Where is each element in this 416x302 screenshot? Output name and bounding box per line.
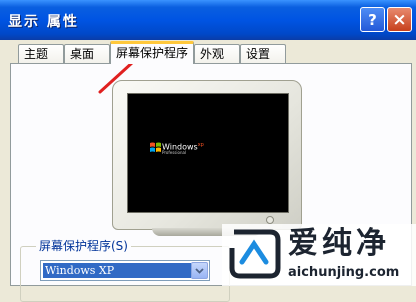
monitor-screen: Windowsxp Professional bbox=[127, 93, 289, 213]
help-icon: ? bbox=[368, 10, 377, 29]
windows-logo: Windowsxp Professional bbox=[150, 140, 204, 162]
watermark-url: aichunjing.com bbox=[288, 265, 400, 280]
dialog-edge bbox=[0, 40, 10, 286]
title-bar: 显示 属性 ? × bbox=[0, 0, 416, 40]
tab-appearance[interactable]: 外观 bbox=[194, 44, 240, 63]
tab-settings[interactable]: 设置 bbox=[240, 44, 286, 63]
tab-screensaver[interactable]: 屏幕保护程序 bbox=[110, 41, 194, 64]
aichunjing-logo-icon bbox=[229, 229, 281, 279]
dropdown-arrow-icon bbox=[195, 268, 204, 274]
monitor-preview: Windowsxp Professional bbox=[112, 80, 302, 236]
dropdown-button[interactable] bbox=[191, 262, 208, 279]
close-icon: × bbox=[392, 9, 407, 30]
power-led bbox=[266, 216, 274, 224]
windows-logo-icon bbox=[150, 142, 161, 152]
help-button[interactable]: ? bbox=[360, 7, 385, 32]
screensaver-select[interactable]: Windows XP bbox=[40, 260, 210, 281]
screensaver-selected-value: Windows XP bbox=[43, 263, 191, 278]
watermark-title: 爱纯净 bbox=[288, 226, 390, 261]
tab-theme[interactable]: 主题 bbox=[18, 44, 64, 63]
close-button[interactable]: × bbox=[387, 7, 412, 32]
windows-edition: Professional bbox=[162, 150, 187, 155]
window-title: 显示 属性 bbox=[8, 14, 79, 30]
tab-bar: 主题 桌面 屏幕保护程序 外观 设置 bbox=[0, 40, 416, 64]
monitor-bezel: Windowsxp Professional bbox=[112, 80, 302, 230]
screensaver-label: 屏幕保护程序(S) bbox=[36, 238, 131, 254]
